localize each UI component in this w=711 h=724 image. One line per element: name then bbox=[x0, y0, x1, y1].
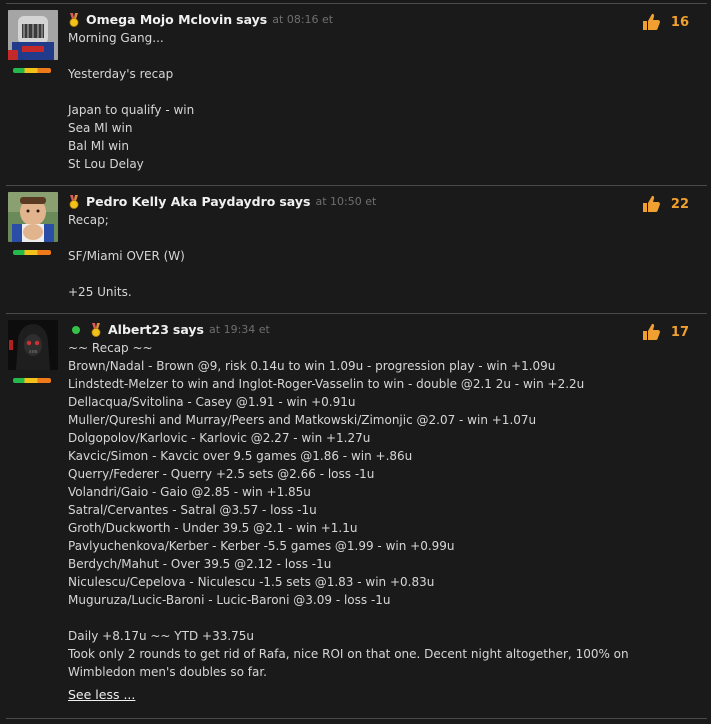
post-divider bbox=[6, 718, 707, 719]
comment-content: Pedro Kelly Aka Paydaydro says at 10:50 … bbox=[68, 193, 631, 301]
comment-line: Pavlyuchenkova/Kerber - Kerber -5.5 game… bbox=[68, 539, 455, 553]
thumbs-up-icon bbox=[642, 323, 660, 340]
comment-line bbox=[68, 265, 631, 283]
like-count: 17 bbox=[670, 324, 689, 340]
like-count: 22 bbox=[670, 196, 689, 212]
like-button[interactable]: 22 bbox=[641, 193, 689, 215]
avatar[interactable] bbox=[8, 320, 58, 370]
comment-post: Albert23 says at 19:34 et ~~ Recap ~~ Br… bbox=[0, 313, 711, 718]
comment-line: Brown/Nadal - Brown @9, risk 0.14u to wi… bbox=[68, 359, 556, 373]
comment-line: Dolgopolov/Karlovic - Karlovic @2.27 - w… bbox=[68, 431, 371, 445]
see-less-row: See less ... bbox=[68, 683, 651, 707]
online-status-dot bbox=[72, 326, 80, 334]
reputation-bar bbox=[13, 68, 51, 73]
author-name[interactable]: Omega Mojo Mclovin bbox=[86, 11, 232, 29]
reputation-bar bbox=[13, 250, 51, 255]
comment-body: ~~ Recap ~~ Brown/Nadal - Brown @9, risk… bbox=[68, 339, 651, 681]
post-timestamp: at 10:50 et bbox=[315, 195, 377, 208]
comment-line: Took only 2 rounds to get rid of Rafa, n… bbox=[68, 647, 629, 661]
comment-line: St Lou Delay bbox=[68, 157, 144, 171]
comment-body: Recap; SF/Miami OVER (W) +25 Units. bbox=[68, 211, 631, 301]
comment-line: Kavcic/Simon - Kavcic over 9.5 games @1.… bbox=[68, 449, 413, 463]
comment-line: Muller/Qureshi and Murray/Peers and Matk… bbox=[68, 413, 537, 427]
reputation-bar bbox=[13, 378, 51, 383]
comment-line: Wimbledon men's doubles so far. bbox=[68, 665, 267, 679]
avatar-column bbox=[8, 10, 58, 73]
comment-line: Berdych/Mahut - Over 39.5 @2.12 - loss -… bbox=[68, 557, 332, 571]
author-name[interactable]: Pedro Kelly Aka Paydaydro bbox=[86, 193, 275, 211]
see-less-link[interactable]: See less ... bbox=[68, 687, 135, 702]
avatar-column bbox=[8, 192, 58, 255]
avatar-column bbox=[8, 320, 58, 383]
comment-line: Querry/Federer - Querry +2.5 sets @2.66 … bbox=[68, 467, 375, 481]
thumbs-up-icon bbox=[642, 13, 660, 30]
post-timestamp: at 19:34 et bbox=[209, 323, 270, 336]
comment-line: Morning Gang... bbox=[68, 31, 164, 45]
comment-content: Omega Mojo Mclovin says at 08:16 et Morn… bbox=[68, 11, 631, 173]
comment-header: Pedro Kelly Aka Paydaydro says at 10:50 … bbox=[68, 193, 631, 211]
comment-line bbox=[68, 609, 651, 627]
comment-line: Bal Ml win bbox=[68, 139, 129, 153]
comment-post: Omega Mojo Mclovin says at 08:16 et Morn… bbox=[0, 3, 711, 183]
comment-line: Dellacqua/Svitolina - Casey @1.91 - win … bbox=[68, 395, 356, 409]
says-label: says bbox=[172, 322, 205, 337]
comment-feed: Omega Mojo Mclovin says at 08:16 et Morn… bbox=[0, 0, 711, 724]
medal-badge-icon bbox=[69, 13, 79, 27]
comment-line: Daily +8.17u ~~ YTD +33.75u bbox=[68, 629, 255, 643]
post-divider bbox=[6, 3, 707, 4]
avatar[interactable] bbox=[8, 192, 58, 242]
comment-line: Sea Ml win bbox=[68, 121, 133, 135]
post-divider bbox=[6, 185, 707, 186]
like-button[interactable]: 16 bbox=[641, 11, 689, 33]
comment-line: Satral/Cervantes - Satral @3.57 - loss -… bbox=[68, 503, 317, 517]
says-label: says bbox=[236, 12, 268, 27]
comment-line: SF/Miami OVER (W) bbox=[68, 249, 185, 263]
comment-line bbox=[68, 229, 631, 247]
comment-header: Albert23 says at 19:34 et bbox=[68, 321, 651, 339]
comment-header: Omega Mojo Mclovin says at 08:16 et bbox=[68, 11, 631, 29]
comment-line: Yesterday's recap bbox=[68, 67, 174, 81]
comment-line: Japan to qualify - win bbox=[68, 103, 195, 117]
comment-body: Morning Gang... Yesterday's recap Japan … bbox=[68, 29, 631, 173]
post-divider bbox=[6, 313, 707, 314]
like-button[interactable]: 17 bbox=[641, 321, 689, 343]
comment-line: Volandri/Gaio - Gaio @2.85 - win +1.85u bbox=[68, 485, 311, 499]
medal-badge-icon bbox=[69, 195, 79, 209]
post-timestamp: at 08:16 et bbox=[272, 13, 334, 26]
says-label: says bbox=[279, 194, 311, 209]
author-name[interactable]: Albert23 bbox=[108, 321, 169, 339]
comment-line bbox=[68, 47, 631, 65]
comment-post: Pedro Kelly Aka Paydaydro says at 10:50 … bbox=[0, 185, 711, 311]
comment-line: Niculescu/Cepelova - Niculescu -1.5 sets… bbox=[68, 575, 435, 589]
avatar[interactable] bbox=[8, 10, 58, 60]
comment-line: Recap; bbox=[68, 213, 109, 227]
comment-line: Muguruza/Lucic-Baroni - Lucic-Baroni @3.… bbox=[68, 593, 391, 607]
comment-line bbox=[68, 83, 631, 101]
like-count: 16 bbox=[670, 14, 689, 30]
comment-line: +25 Units. bbox=[68, 285, 132, 299]
comment-line: Lindstedt-Melzer to win and Inglot-Roger… bbox=[68, 377, 585, 391]
comment-line: Groth/Duckworth - Under 39.5 @2.1 - win … bbox=[68, 521, 358, 535]
medal-badge-icon bbox=[91, 323, 101, 337]
thumbs-up-icon bbox=[642, 195, 660, 212]
comment-content: Albert23 says at 19:34 et ~~ Recap ~~ Br… bbox=[68, 321, 651, 707]
comment-line: ~~ Recap ~~ bbox=[68, 341, 153, 355]
